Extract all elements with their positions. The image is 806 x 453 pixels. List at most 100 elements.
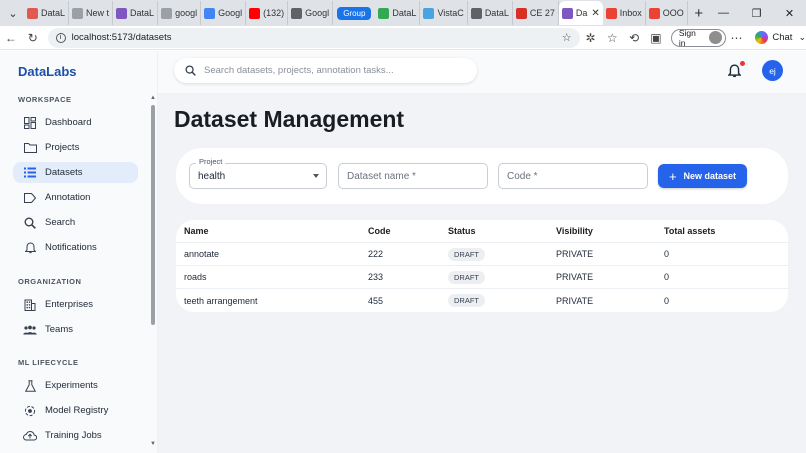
browser-tab[interactable]: DataL xyxy=(468,1,513,25)
top-app-bar: Search datasets, projects, annotation ta… xyxy=(158,51,806,93)
sidebar-item-enterprises[interactable]: Enterprises xyxy=(13,294,138,315)
browser-tab[interactable]: VistaC xyxy=(420,1,468,25)
scrollbar-thumb[interactable] xyxy=(151,105,155,325)
status-badge: DRAFT xyxy=(448,247,485,261)
table-row[interactable]: teeth arrangement 455 DRAFT PRIVATE 0 xyxy=(176,289,788,312)
profile-avatar-icon xyxy=(708,31,722,44)
browser-tab[interactable]: Inbox xyxy=(603,1,646,25)
cell-code: 233 xyxy=(368,272,384,282)
folder-icon xyxy=(23,141,37,155)
sidebar-scrollbar[interactable]: ▲ ▼ xyxy=(149,95,157,453)
browser-tab[interactable]: CE 27 xyxy=(513,1,559,25)
minimize-icon[interactable]: — xyxy=(707,0,740,26)
new-dataset-form: Project health Dataset name * Code * + N… xyxy=(176,148,788,204)
flask-icon xyxy=(23,379,37,393)
column-header-total-assets[interactable]: Total assets xyxy=(664,226,715,236)
sidebar-item-experiments[interactable]: Experiments xyxy=(13,375,138,396)
scroll-down-icon[interactable]: ▼ xyxy=(150,441,156,447)
screenshot-icon[interactable]: ▣ xyxy=(645,27,667,49)
browser-tab[interactable]: Googl xyxy=(288,1,334,25)
table-header-row: Name Code Status Visibility Total assets xyxy=(176,220,788,243)
close-tab-icon[interactable]: ✕ xyxy=(591,8,599,19)
dropdown-caret-icon xyxy=(313,174,319,178)
new-dataset-button[interactable]: + New dataset xyxy=(658,164,747,188)
restore-icon[interactable]: ❐ xyxy=(740,0,773,26)
history-icon[interactable]: ⟲ xyxy=(623,27,645,49)
browser-tab[interactable]: googl xyxy=(158,1,202,25)
window-controls: — ❐ ✕ xyxy=(707,0,806,26)
code-placeholder: Code * xyxy=(507,170,538,182)
status-badge: DRAFT xyxy=(448,294,485,307)
project-select-value: health xyxy=(198,170,226,182)
tab-group-chip[interactable]: Group xyxy=(337,6,372,20)
url-text: localhost:5173/datasets xyxy=(71,32,172,43)
tab-search-chevron-icon[interactable]: ⌄ xyxy=(2,2,24,24)
sign-in-button[interactable]: Sign in xyxy=(670,28,726,48)
chat-button[interactable]: Chat ⌄ xyxy=(755,31,806,44)
browser-tab[interactable]: (132) xyxy=(246,1,289,25)
global-search-input[interactable]: Search datasets, projects, annotation ta… xyxy=(174,58,477,83)
browser-tab[interactable]: New t xyxy=(69,1,114,25)
column-header-status[interactable]: Status xyxy=(448,226,476,236)
site-info-icon[interactable]: i xyxy=(55,32,66,43)
copilot-icon xyxy=(755,31,769,44)
browser-tab[interactable]: Googl xyxy=(201,1,247,25)
people-icon xyxy=(23,323,37,337)
user-avatar[interactable]: ej xyxy=(762,60,783,81)
address-bar[interactable]: i localhost:5173/datasets ☆ xyxy=(47,27,580,48)
code-field[interactable]: Code * xyxy=(498,163,648,189)
browser-toolbar: ← ↻ i localhost:5173/datasets ☆ ✲ ☆ ⟲ ▣ … xyxy=(0,26,806,50)
search-icon xyxy=(23,216,37,230)
project-select[interactable]: Project health xyxy=(189,157,327,189)
cell-visibility: PRIVATE xyxy=(556,295,594,306)
sidebar-item-projects[interactable]: Projects xyxy=(13,137,138,158)
favorites-icon[interactable]: ☆ xyxy=(601,27,623,49)
sidebar-item-teams[interactable]: Teams xyxy=(13,319,138,340)
tab-favicon-icon xyxy=(291,7,303,19)
dataset-name-placeholder: Dataset name * xyxy=(347,170,416,182)
reload-icon[interactable]: ↻ xyxy=(22,27,44,49)
search-icon xyxy=(185,65,196,76)
registry-icon xyxy=(23,404,37,418)
notifications-bell-icon[interactable] xyxy=(727,64,742,83)
back-icon[interactable]: ← xyxy=(0,27,22,49)
bookmark-star-icon[interactable]: ☆ xyxy=(562,31,572,44)
tab-favicon-icon xyxy=(72,7,84,19)
building-icon xyxy=(23,298,37,312)
sidebar-item-annotation[interactable]: Annotation xyxy=(13,187,138,208)
sidebar-item-dashboard[interactable]: Dashboard xyxy=(13,112,138,133)
close-window-icon[interactable]: ✕ xyxy=(773,0,806,26)
scroll-up-icon[interactable]: ▲ xyxy=(150,95,156,101)
bell-icon xyxy=(23,241,37,255)
sidebar-item-search[interactable]: Search xyxy=(13,212,138,233)
column-header-name[interactable]: Name xyxy=(184,226,209,236)
sidebar-item-notifications[interactable]: Notifications xyxy=(13,237,138,258)
browser-tab[interactable]: DataL xyxy=(24,1,70,25)
tab-favicon-icon xyxy=(116,7,128,19)
brand-logo[interactable]: DataLabs xyxy=(18,64,77,79)
sidebar-item-model-registry[interactable]: Model Registry xyxy=(13,400,138,421)
tab-favicon-icon xyxy=(423,7,435,19)
main-content: Search datasets, projects, annotation ta… xyxy=(158,51,806,453)
chevron-down-icon[interactable]: ⌄ xyxy=(798,32,806,43)
dataset-name-field[interactable]: Dataset name * xyxy=(338,163,488,189)
browser-tab[interactable]: DataL xyxy=(375,1,421,25)
cloud-upload-icon xyxy=(23,429,37,443)
extensions-icon[interactable]: ✲ xyxy=(580,27,602,49)
column-header-visibility[interactable]: Visibility xyxy=(556,226,593,236)
browser-tab-strip: ⌄ DataL New t DataL googl Googl (132) Go… xyxy=(0,0,806,26)
more-menu-icon[interactable]: ⋯ xyxy=(726,27,748,49)
browser-tab[interactable]: OOO xyxy=(646,1,688,25)
table-row[interactable]: roads 233 DRAFT PRIVATE 0 xyxy=(176,266,788,289)
sidebar-item-training-jobs[interactable]: Training Jobs xyxy=(13,425,138,446)
section-label-ml-lifecycle: ML LIFECYCLE xyxy=(18,358,79,367)
browser-tab-active[interactable]: Da ✕ xyxy=(558,1,603,25)
tab-favicon-icon xyxy=(204,7,216,19)
sidebar-item-datasets[interactable]: Datasets xyxy=(13,162,138,183)
table-row[interactable]: annotate 222 DRAFT PRIVATE 0 xyxy=(176,243,788,266)
cell-visibility: PRIVATE xyxy=(556,249,594,259)
column-header-code[interactable]: Code xyxy=(368,226,391,236)
label-icon xyxy=(23,191,37,205)
browser-tab[interactable]: DataL xyxy=(113,1,159,25)
dashboard-icon xyxy=(23,116,37,130)
